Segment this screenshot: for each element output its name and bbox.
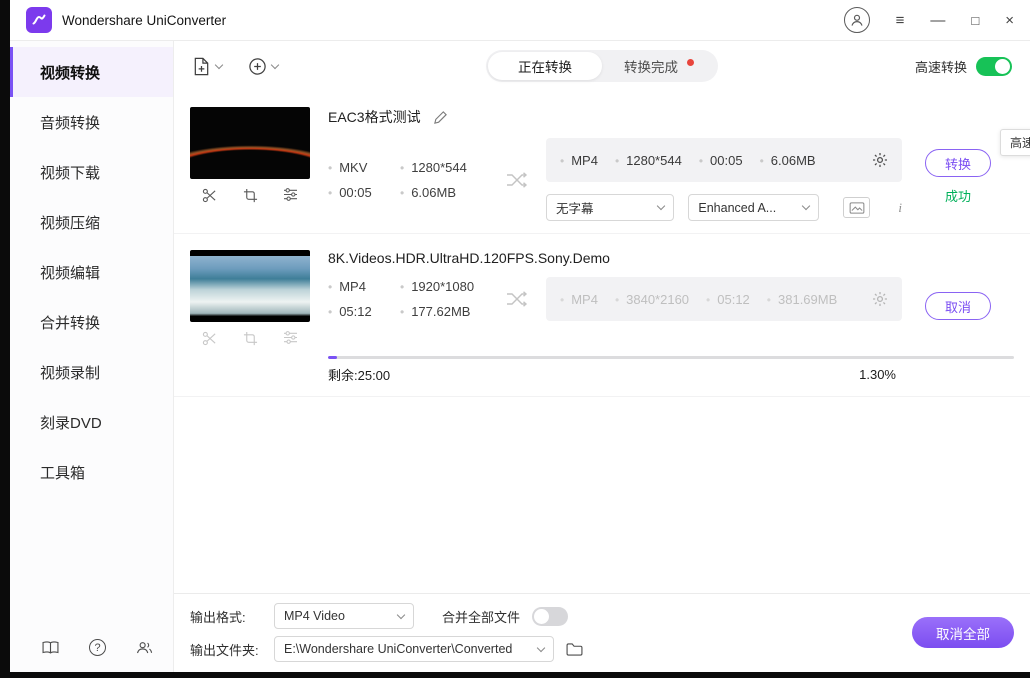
source-size: 6.06MB xyxy=(400,185,506,200)
output-folder-input[interactable]: E:\Wondershare UniConverter\Converted xyxy=(274,636,554,662)
chevron-down-icon xyxy=(657,201,666,211)
source-duration: 00:05 xyxy=(328,185,400,200)
cancel-all-button[interactable]: 取消全部 xyxy=(912,617,1014,648)
close-icon[interactable]: × xyxy=(1005,13,1014,28)
source-info: MKV 1280*544 00:05 6.06MB xyxy=(328,138,506,221)
status-tabs: 正在转换 转换完成 xyxy=(486,50,718,82)
merge-all-label: 合并全部文件 xyxy=(442,609,521,625)
source-format: MKV xyxy=(328,160,400,175)
high-speed-label: 高速转换 xyxy=(914,59,967,75)
output-duration: 00:05 xyxy=(699,153,743,168)
maximize-icon[interactable]: □ xyxy=(971,14,979,27)
notification-dot xyxy=(687,58,694,66)
app-window: Wondershare UniConverter ≡ — □ × 视频转换 音频… xyxy=(10,0,1030,672)
video-thumbnail xyxy=(190,107,310,179)
app-title: Wondershare UniConverter xyxy=(62,12,227,28)
time-remaining: 剩余:25:00 xyxy=(328,368,391,383)
progress-section: 剩余:25:00 1.30% xyxy=(328,356,1014,384)
task-row: 8K.Videos.HDR.UltraHD.120FPS.Sony.Demo M… xyxy=(174,234,1030,397)
convert-arrow-icon xyxy=(506,277,530,321)
output-settings[interactable]: MP4 1280*544 00:05 6.06MB xyxy=(546,138,902,182)
subtitle-select[interactable]: 无字幕 xyxy=(546,194,675,221)
progress-percent: 1.30% xyxy=(859,367,896,382)
sidebar-item-toolbox[interactable]: 工具箱 xyxy=(10,447,173,497)
source-size: 177.62MB xyxy=(400,304,506,319)
sidebar-item-burn-dvd[interactable]: 刻录DVD xyxy=(10,397,173,447)
sidebar-item-audio-convert[interactable]: 音频转换 xyxy=(10,97,173,147)
task-title: 8K.Videos.HDR.UltraHD.120FPS.Sony.Demo xyxy=(328,250,610,266)
chevron-down-icon xyxy=(801,201,810,211)
status-success: 成功 xyxy=(944,189,971,204)
source-info: MP4 1920*1080 05:12 177.62MB xyxy=(328,277,506,321)
output-format: MP4 xyxy=(560,292,598,307)
sidebar-item-screen-record[interactable]: 视频录制 xyxy=(10,347,173,397)
chevron-down-icon xyxy=(396,610,406,619)
preview-icon[interactable] xyxy=(842,197,871,218)
footer-bar: 输出格式: MP4 Video 合并全部文件 输出文件夹: E:\Wonders… xyxy=(174,593,1030,672)
effects-icon[interactable] xyxy=(283,188,298,203)
settings-gear-icon[interactable] xyxy=(872,152,888,168)
output-format: MP4 xyxy=(560,153,598,168)
task-title: EAC3格式测试 xyxy=(328,109,421,125)
source-format: MP4 xyxy=(328,279,400,294)
sidebar-item-video-convert[interactable]: 视频转换 xyxy=(10,47,173,97)
output-size: 6.06MB xyxy=(760,153,816,168)
task-row: EAC3格式测试 MKV 1280*544 00:05 6.06MB xyxy=(174,91,1030,234)
chevron-down-icon xyxy=(270,60,280,69)
toolbar: 正在转换 转换完成 高速转换 高速 xyxy=(174,41,1030,156)
output-settings: MP4 3840*2160 05:12 381.69MB xyxy=(546,277,902,321)
progress-fill xyxy=(328,356,337,359)
output-format-label: 输出格式: xyxy=(190,609,246,625)
add-device-button[interactable] xyxy=(248,57,280,76)
trim-icon xyxy=(202,331,217,346)
output-resolution: 3840*2160 xyxy=(615,292,689,307)
effects-icon xyxy=(283,331,298,346)
titlebar: Wondershare UniConverter ≡ — □ × xyxy=(10,0,1030,41)
output-resolution: 1280*544 xyxy=(615,153,682,168)
cancel-button[interactable]: 取消 xyxy=(925,292,991,320)
add-files-button[interactable] xyxy=(192,57,224,76)
progress-bar xyxy=(328,356,1014,359)
app-logo-icon xyxy=(26,7,52,33)
output-size: 381.69MB xyxy=(767,292,837,307)
contact-icon[interactable] xyxy=(136,641,153,654)
open-folder-icon[interactable] xyxy=(566,642,583,656)
high-speed-tooltip: 高速 xyxy=(999,129,1030,156)
chevron-down-icon xyxy=(536,643,546,652)
trim-icon[interactable] xyxy=(202,188,217,203)
output-duration: 05:12 xyxy=(706,292,750,307)
convert-arrow-icon xyxy=(506,138,530,221)
audio-select[interactable]: Enhanced A... xyxy=(688,194,819,221)
output-folder-label: 输出文件夹: xyxy=(190,642,259,658)
source-duration: 05:12 xyxy=(328,304,400,319)
guide-icon[interactable] xyxy=(42,641,59,654)
merge-all-toggle[interactable] xyxy=(532,606,569,626)
output-format-select[interactable]: MP4 Video xyxy=(274,603,414,629)
sidebar-item-video-edit[interactable]: 视频编辑 xyxy=(10,247,173,297)
crop-icon[interactable] xyxy=(243,188,258,203)
source-resolution: 1920*1080 xyxy=(400,279,506,294)
rename-icon[interactable] xyxy=(433,110,448,125)
account-avatar[interactable] xyxy=(843,7,870,33)
convert-button[interactable]: 转换 xyxy=(925,149,991,177)
tab-finished[interactable]: 转换完成 xyxy=(602,52,716,80)
source-resolution: 1280*544 xyxy=(400,160,506,175)
video-thumbnail xyxy=(190,250,310,322)
menu-icon[interactable]: ≡ xyxy=(896,13,905,28)
chevron-down-icon xyxy=(214,60,224,69)
main-content: 正在转换 转换完成 高速转换 高速 EAC3格式测试 • MKV • 1280*… xyxy=(174,41,1030,672)
minimize-icon[interactable]: — xyxy=(930,13,945,28)
sidebar-item-video-download[interactable]: 视频下载 xyxy=(10,147,173,197)
high-speed-toggle[interactable] xyxy=(976,56,1012,76)
help-icon[interactable]: ? xyxy=(89,639,106,656)
settings-gear-icon xyxy=(872,291,888,307)
crop-icon xyxy=(243,331,258,346)
sidebar-item-video-compress[interactable]: 视频压缩 xyxy=(10,197,173,247)
tab-converting[interactable]: 正在转换 xyxy=(488,52,602,80)
sidebar: 视频转换 音频转换 视频下载 视频压缩 视频编辑 合并转换 视频录制 刻录DVD… xyxy=(10,41,174,672)
sidebar-item-merge-convert[interactable]: 合并转换 xyxy=(10,297,173,347)
